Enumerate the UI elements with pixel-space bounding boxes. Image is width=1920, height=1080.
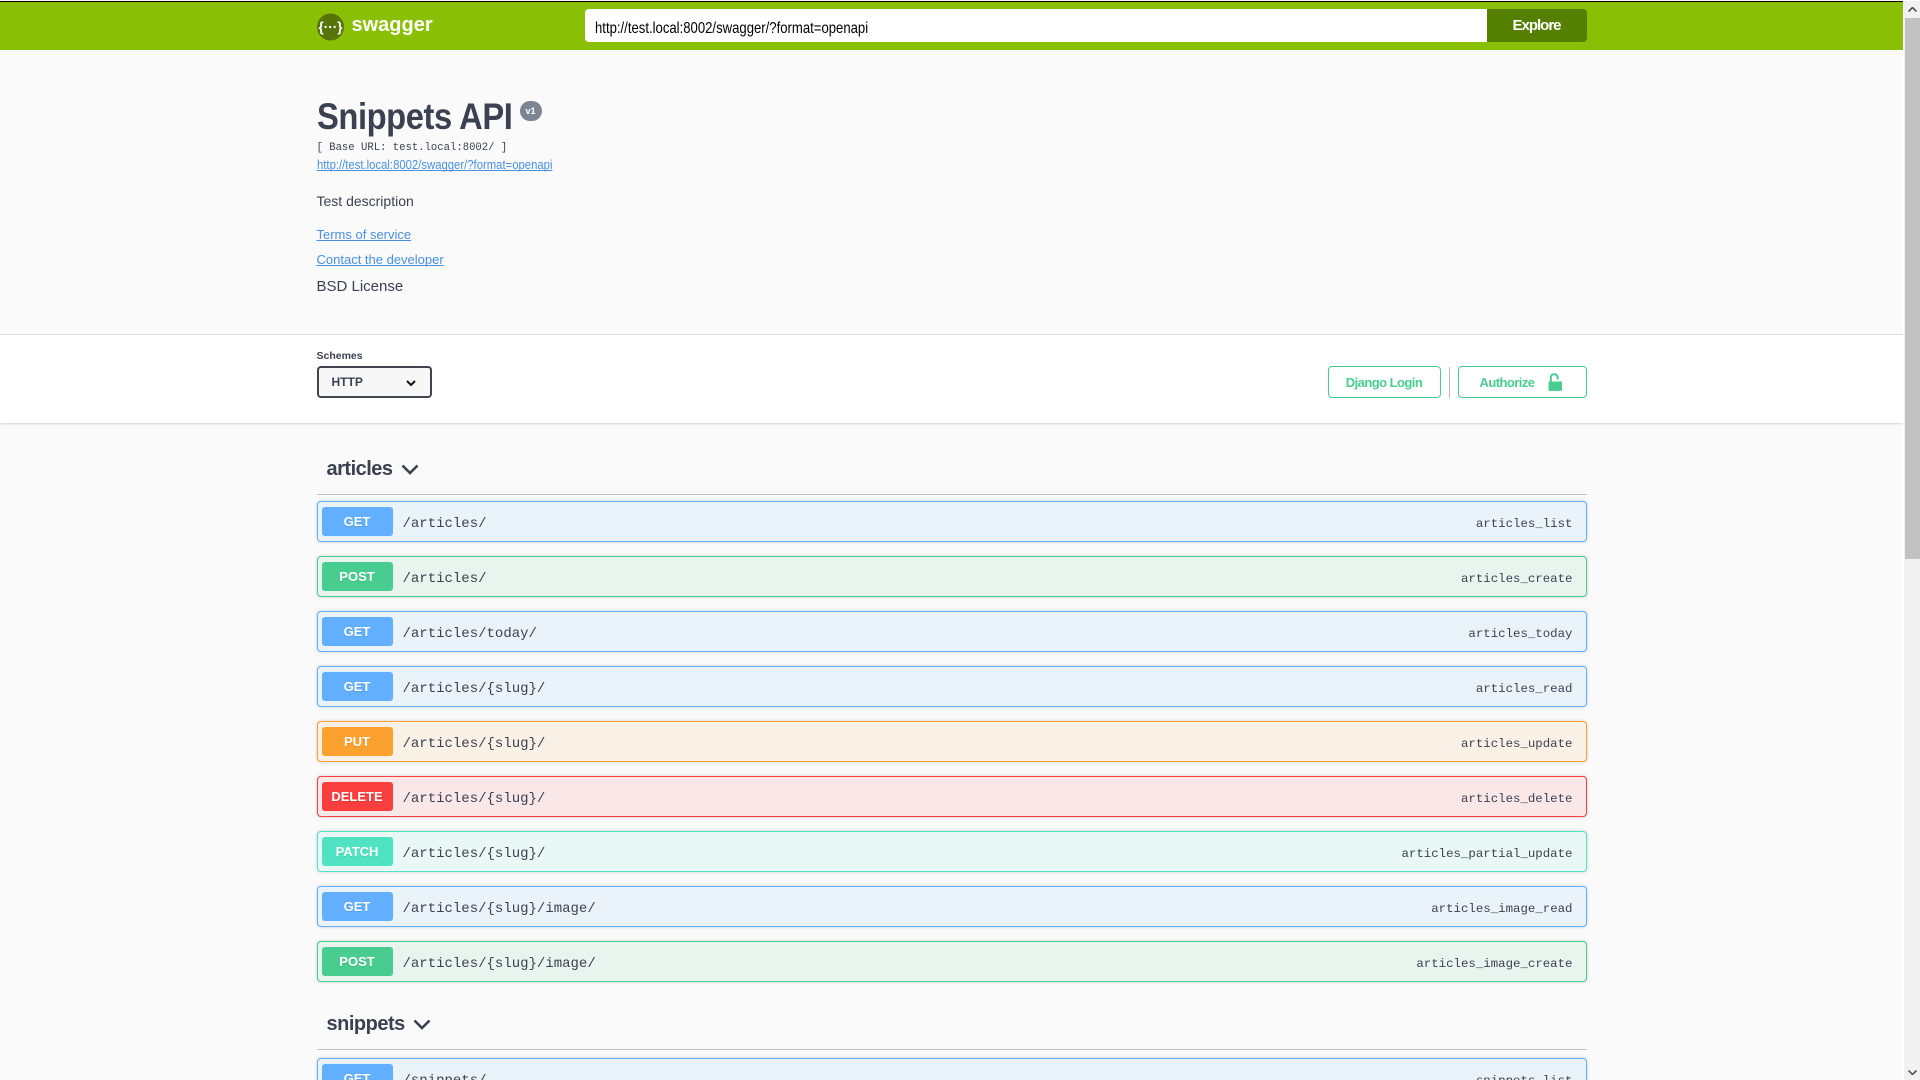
svg-text:{···}: {···} [318,20,343,35]
